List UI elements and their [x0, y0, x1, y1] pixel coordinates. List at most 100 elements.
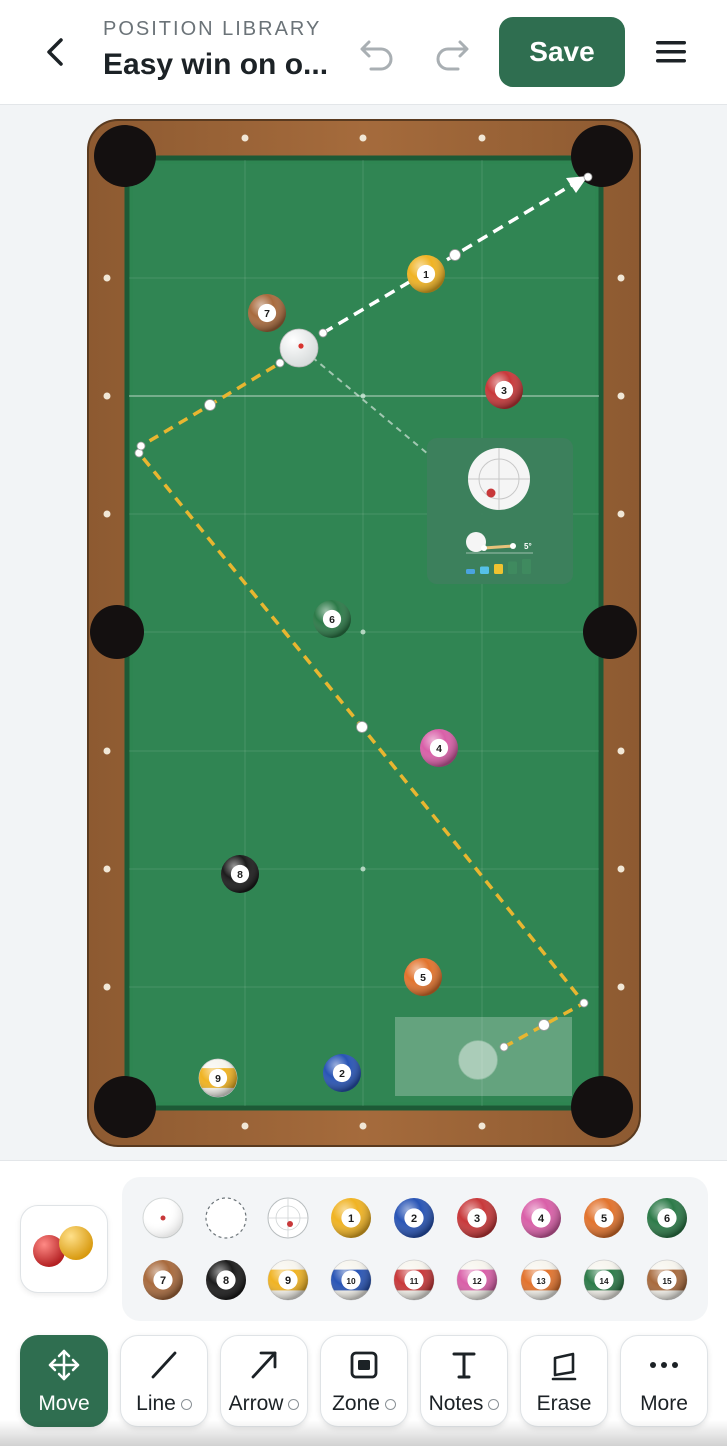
undo-icon	[360, 40, 393, 71]
undo-button[interactable]	[357, 34, 397, 74]
redo-icon	[436, 40, 469, 71]
palette-ball-7[interactable]: 7	[143, 1260, 183, 1300]
options-indicator-icon	[288, 1398, 300, 1410]
palette-ball-10[interactable]: 10	[330, 1259, 372, 1301]
ball-number-label: 1	[348, 1213, 354, 1225]
tool-arrow[interactable]: Arrow	[220, 1335, 308, 1427]
ball-number-label: 9	[215, 1074, 221, 1085]
ball-number-label: 3	[474, 1213, 480, 1225]
position-title[interactable]: Easy win on o...	[103, 48, 328, 82]
palette-ball-4[interactable]: 4	[521, 1198, 561, 1238]
menu-button[interactable]	[653, 36, 689, 68]
hamburger-menu-icon	[656, 41, 686, 63]
palette-cue-ball[interactable]	[142, 1197, 184, 1239]
tool-label: More	[640, 1392, 688, 1415]
tool-label: Move	[38, 1392, 90, 1415]
spin-panel: 5°	[427, 438, 573, 584]
options-indicator-icon	[180, 1398, 192, 1410]
tool-label: Erase	[536, 1392, 592, 1415]
tool-move[interactable]: Move	[20, 1335, 108, 1427]
ball-number-label: 2	[411, 1213, 417, 1225]
arrow-icon	[247, 1348, 281, 1382]
tool-notes[interactable]: Notes	[420, 1335, 508, 1427]
ball-number-label: 15	[662, 1276, 672, 1286]
tool-erase[interactable]: Erase	[520, 1335, 608, 1427]
back-button[interactable]	[36, 28, 76, 76]
top-bar: POSITION LIBRARY Easy win on o... Save	[0, 0, 727, 105]
tool-zone[interactable]: Zone	[320, 1335, 408, 1427]
elevation-angle-label: 5°	[524, 542, 532, 551]
ball-2[interactable]: 2	[323, 1054, 361, 1092]
text-icon	[447, 1348, 481, 1382]
speed-level-bar	[494, 564, 503, 574]
ball-set-icon	[33, 1226, 93, 1267]
spin-contact-point	[486, 488, 496, 498]
ball-number-label: 7	[160, 1275, 166, 1287]
pool-table: 5° 1 2 3 4 5 6 7 8 9	[87, 119, 641, 1147]
ball-number-label: 2	[339, 1069, 345, 1080]
ball-7[interactable]: 7	[248, 294, 286, 332]
palette-ball-6[interactable]: 6	[647, 1198, 687, 1238]
ball-number-label: 7	[264, 309, 270, 320]
ball-number-label: 6	[664, 1213, 670, 1225]
speed-level-bar	[508, 561, 517, 574]
redo-button[interactable]	[432, 34, 472, 74]
tool-more[interactable]: More	[620, 1335, 708, 1427]
tool-label: Zone	[332, 1392, 380, 1415]
ball-number-label: 1	[423, 270, 429, 281]
ball-palette: 1 2 3 4 5 6 7 8 9 10 11 12 13 14 15	[122, 1177, 708, 1321]
tool-label: Line	[136, 1392, 176, 1415]
palette-ball-1[interactable]: 1	[331, 1198, 371, 1238]
palette-ball-8[interactable]: 8	[206, 1260, 246, 1300]
ball-number-label: 5	[420, 973, 426, 984]
palette-ball-2[interactable]: 2	[394, 1198, 434, 1238]
ball-1[interactable]: 1	[407, 255, 445, 293]
ball-number-label: 3	[501, 386, 507, 397]
save-button[interactable]: Save	[499, 17, 625, 87]
ghost-ball	[458, 1040, 498, 1080]
ball-number-label: 13	[536, 1276, 546, 1286]
ball-number-label: 4	[436, 744, 442, 755]
ball-number-label: 8	[237, 870, 243, 881]
ball-number-label: 11	[410, 1276, 419, 1286]
ball-number-label: 4	[538, 1213, 545, 1225]
ball-9[interactable]: 9	[198, 1058, 238, 1098]
palette-ball-9[interactable]: 9	[267, 1259, 309, 1301]
palette-ball-11[interactable]: 11	[393, 1259, 435, 1301]
palette-ball-5[interactable]: 5	[584, 1198, 624, 1238]
tool-line[interactable]: Line	[120, 1335, 208, 1427]
tool-label: Notes	[428, 1392, 484, 1415]
palette-ball-14[interactable]: 14	[583, 1259, 625, 1301]
line-icon	[147, 1348, 181, 1382]
palette-spin-target[interactable]	[267, 1197, 309, 1239]
eraser-icon	[547, 1348, 581, 1382]
ball-number-label: 8	[223, 1275, 229, 1287]
ball-palette-grid: 1 2 3 4 5 67 8 9 10 11 12 13 14 15	[142, 1197, 688, 1301]
more-dots-icon	[647, 1348, 681, 1382]
speed-level-bar	[466, 569, 475, 574]
ball-set-selector[interactable]	[20, 1205, 108, 1293]
chevron-left-icon	[47, 38, 63, 66]
ball-6[interactable]: 6	[313, 600, 351, 638]
ball-5[interactable]: 5	[404, 958, 442, 996]
palette-ball-15[interactable]: 15	[646, 1259, 688, 1301]
tool-bar: Move Line Arrow Zone Notes Erase More	[0, 1335, 727, 1447]
bottom-panel: 1 2 3 4 5 6 7 8 9 10 11 12 13 14 15 Move Line Arrow Z	[0, 1160, 727, 1447]
cue-ball	[279, 328, 319, 368]
move-arrows-icon	[47, 1348, 81, 1382]
palette-ghost-ball[interactable]	[205, 1197, 247, 1239]
palette-ball-13[interactable]: 13	[520, 1259, 562, 1301]
ball-8[interactable]: 8	[221, 855, 259, 893]
ball-4[interactable]: 4	[420, 729, 458, 767]
speed-level-bar	[522, 559, 531, 574]
tool-label: Arrow	[228, 1392, 284, 1415]
ball-3[interactable]: 3	[485, 371, 523, 409]
ball-number-label: 12	[472, 1276, 482, 1286]
library-label: POSITION LIBRARY	[103, 18, 322, 40]
palette-ball-12[interactable]: 12	[456, 1259, 498, 1301]
palette-ball-3[interactable]: 3	[457, 1198, 497, 1238]
ball-number-label: 9	[285, 1275, 291, 1287]
pool-table-canvas[interactable]: 5° 1 2 3 4 5 6 7 8 9	[0, 104, 727, 1160]
ball-number-label: 10	[346, 1276, 356, 1286]
speed-level-bar	[480, 566, 489, 574]
